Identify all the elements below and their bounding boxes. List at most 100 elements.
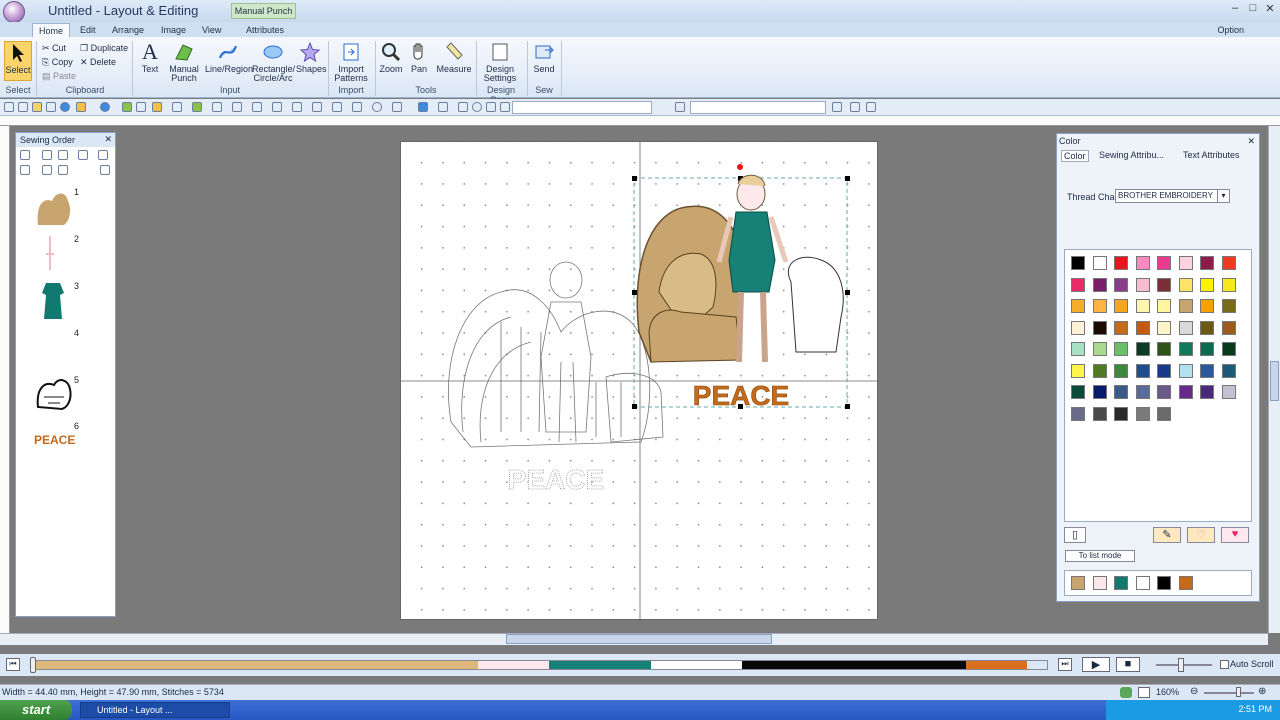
line-region-button[interactable]: Line/Region: [205, 41, 253, 74]
thread-swatch[interactable]: [1092, 320, 1107, 335]
tab-arrange[interactable]: Arrange: [106, 23, 150, 37]
tab-text-attributes[interactable]: Text Attributes: [1183, 150, 1240, 160]
thread-swatch[interactable]: [1135, 385, 1150, 399]
progress-slider-handle[interactable]: [30, 657, 36, 673]
rotate-icon[interactable]: [352, 102, 362, 112]
zoom-slider[interactable]: [1204, 692, 1254, 694]
hand-tool-icon[interactable]: [292, 102, 302, 112]
sew-item-thumbnail-tunic[interactable]: [40, 281, 66, 321]
font-dropdown[interactable]: [512, 101, 652, 114]
design-settings-button[interactable]: Design Settings: [480, 41, 520, 83]
thread-swatch[interactable]: [1157, 385, 1171, 399]
thread-swatch[interactable]: [1221, 277, 1236, 292]
mirror-icon[interactable]: [332, 102, 342, 112]
thread-swatch[interactable]: [1178, 320, 1193, 335]
sew-view-icon[interactable]: [20, 150, 30, 160]
manual-punch-button[interactable]: Manual Punch: [166, 41, 202, 83]
spacing-icon[interactable]: [832, 102, 842, 112]
app-menu-button[interactable]: [3, 1, 25, 23]
thread-swatch[interactable]: [1114, 256, 1128, 270]
tab-edit[interactable]: Edit: [74, 23, 102, 37]
fill-icon[interactable]: [392, 102, 402, 112]
stitch-progress-bar[interactable]: [30, 660, 1048, 670]
thread-swatch[interactable]: [1071, 299, 1085, 313]
thread-swatch[interactable]: [1114, 299, 1128, 313]
fit-page-icon[interactable]: [1138, 687, 1150, 698]
send-button[interactable]: Send: [530, 41, 558, 74]
thread-swatch[interactable]: [1092, 299, 1107, 313]
thread-swatch[interactable]: [1135, 299, 1150, 313]
zoom-button[interactable]: Zoom: [378, 41, 404, 74]
rectangle-circle-arc-button[interactable]: Rectangle/ Circle/Arc: [252, 41, 295, 83]
heart-outline-button[interactable]: ♡: [1187, 527, 1215, 543]
thread-swatch[interactable]: [1114, 385, 1128, 399]
folder-icon[interactable]: [32, 102, 42, 112]
thread-swatch[interactable]: [1200, 277, 1214, 292]
frame-icon[interactable]: [500, 102, 510, 112]
refresh-icon[interactable]: [1120, 687, 1132, 698]
sew-up-icon[interactable]: [42, 150, 52, 160]
horizontal-scroll-thumb[interactable]: [506, 634, 772, 644]
paste-button[interactable]: ▤ Paste: [42, 71, 76, 82]
size-dropdown[interactable]: [690, 101, 826, 114]
thread-chart-select[interactable]: BROTHER EMBROIDERY ▾: [1115, 189, 1230, 203]
zoom-out-icon[interactable]: ⊖: [1190, 686, 1198, 697]
text-tool-icon[interactable]: [172, 102, 182, 112]
thread-swatch[interactable]: [1135, 277, 1150, 292]
used-color-swatch[interactable]: [1092, 576, 1107, 590]
outline-design[interactable]: [448, 261, 664, 448]
thread-swatch[interactable]: [1221, 342, 1236, 356]
thread-swatch[interactable]: [1071, 406, 1085, 421]
tab-view[interactable]: View: [196, 23, 227, 37]
thread-swatch[interactable]: [1071, 363, 1085, 378]
thread-swatch[interactable]: [1157, 256, 1171, 270]
text-button[interactable]: A Text: [137, 41, 163, 74]
close-button[interactable]: ✕: [1261, 2, 1279, 18]
sew-item-thumbnail-lion[interactable]: [34, 187, 72, 227]
thread-swatch[interactable]: [1071, 342, 1085, 356]
option-menu[interactable]: Option: [1211, 23, 1250, 37]
text-frame-icon[interactable]: [675, 102, 685, 112]
thread-swatch[interactable]: [1071, 320, 1085, 335]
design-page[interactable]: PEACE PEACE: [400, 141, 879, 621]
thread-swatch[interactable]: [1114, 406, 1128, 421]
thread-swatch[interactable]: [1092, 256, 1107, 270]
sew-item-thumbnail-peace[interactable]: PEACE: [34, 433, 75, 447]
tab-sewing-attributes[interactable]: Sewing Attribu...: [1099, 150, 1164, 160]
thread-swatch[interactable]: [1200, 320, 1214, 335]
speed-slider-handle[interactable]: [1178, 658, 1184, 672]
thread-swatch[interactable]: [1221, 363, 1236, 378]
duplicate-button[interactable]: ❐ Duplicate: [80, 43, 128, 54]
skip-back-button[interactable]: ⏮: [6, 658, 20, 671]
transform-icon[interactable]: [252, 102, 262, 112]
thread-swatch[interactable]: [1157, 363, 1171, 378]
used-color-swatch[interactable]: [1178, 576, 1193, 590]
thread-swatch[interactable]: [1092, 342, 1107, 356]
thread-swatch[interactable]: [1114, 363, 1128, 378]
thread-swatch[interactable]: [1178, 342, 1193, 356]
point-edit-icon[interactable]: [136, 102, 146, 112]
pointer-icon[interactable]: [152, 102, 162, 112]
stitch-icon[interactable]: [122, 102, 132, 112]
thread-swatch[interactable]: [1157, 320, 1171, 335]
auto-scroll-checkbox[interactable]: [1220, 660, 1229, 669]
thread-swatch[interactable]: [1114, 320, 1128, 335]
grid-icon[interactable]: [438, 102, 448, 112]
thread-swatch[interactable]: [1114, 342, 1128, 356]
thread-spool-button[interactable]: ▯: [1064, 527, 1086, 543]
vertical-scroll-thumb[interactable]: [1270, 361, 1279, 401]
thread-swatch[interactable]: [1157, 277, 1171, 292]
sew-merge-icon[interactable]: [42, 165, 52, 175]
used-color-swatch[interactable]: [1114, 576, 1128, 590]
thread-swatch[interactable]: [1200, 385, 1214, 399]
thread-swatch[interactable]: [1135, 363, 1150, 378]
maximize-button[interactable]: □: [1244, 2, 1262, 18]
thread-swatch[interactable]: [1092, 277, 1107, 292]
import-patterns-button[interactable]: Import Patterns: [330, 41, 372, 83]
thread-swatch[interactable]: [1135, 256, 1150, 270]
thread-swatch[interactable]: [1178, 363, 1193, 378]
thread-swatch[interactable]: [1114, 277, 1128, 292]
new-icon[interactable]: [4, 102, 14, 112]
thread-swatch[interactable]: [1221, 320, 1236, 335]
thread-swatch[interactable]: [1092, 385, 1107, 399]
